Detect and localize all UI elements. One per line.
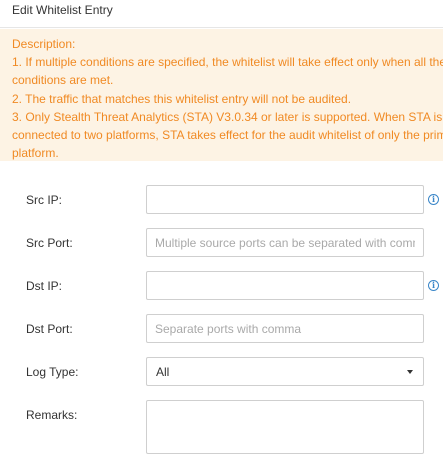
dst-ip-label: Dst IP: — [26, 279, 63, 293]
src-ip-label: Src IP: — [26, 193, 63, 207]
caret-down-icon — [407, 370, 413, 374]
src-port-label: Src Port: — [26, 236, 73, 250]
remarks-textarea[interactable] — [146, 400, 424, 454]
dst-ip-input[interactable] — [147, 272, 423, 299]
dst-ip-field — [146, 271, 424, 300]
notice-line: conditions are met. — [12, 73, 114, 88]
dialog-title: Edit Whitelist Entry — [12, 3, 113, 17]
dst-port-label: Dst Port: — [26, 322, 73, 336]
notice-line: 1. If multiple conditions are specified,… — [12, 55, 443, 70]
dialog-header: Edit Whitelist Entry — [0, 0, 443, 28]
log-type-select[interactable]: All — [146, 357, 424, 386]
remarks-label: Remarks: — [26, 408, 78, 422]
info-icon[interactable]: i — [428, 194, 439, 205]
notice-line: platform. — [12, 146, 59, 161]
dst-port-field — [146, 314, 424, 343]
notice-line: connected to two platforms, STA takes ef… — [12, 128, 443, 143]
log-type-selected-value: All — [156, 365, 170, 379]
dst-port-input[interactable] — [147, 315, 423, 342]
info-icon[interactable]: i — [428, 280, 439, 291]
notice-line: Description: — [12, 37, 76, 51]
src-port-field — [146, 228, 424, 257]
notice-line: 2. The traffic that matches this whiteli… — [12, 91, 352, 106]
src-ip-input[interactable] — [147, 186, 423, 213]
src-ip-field — [146, 185, 424, 214]
notice-line: 3. Only Stealth Threat Analytics (STA) V… — [12, 109, 443, 124]
description-notice: Description: 1. If multiple conditions a… — [0, 29, 443, 161]
log-type-label: Log Type: — [26, 365, 79, 379]
src-port-input[interactable] — [147, 229, 423, 256]
